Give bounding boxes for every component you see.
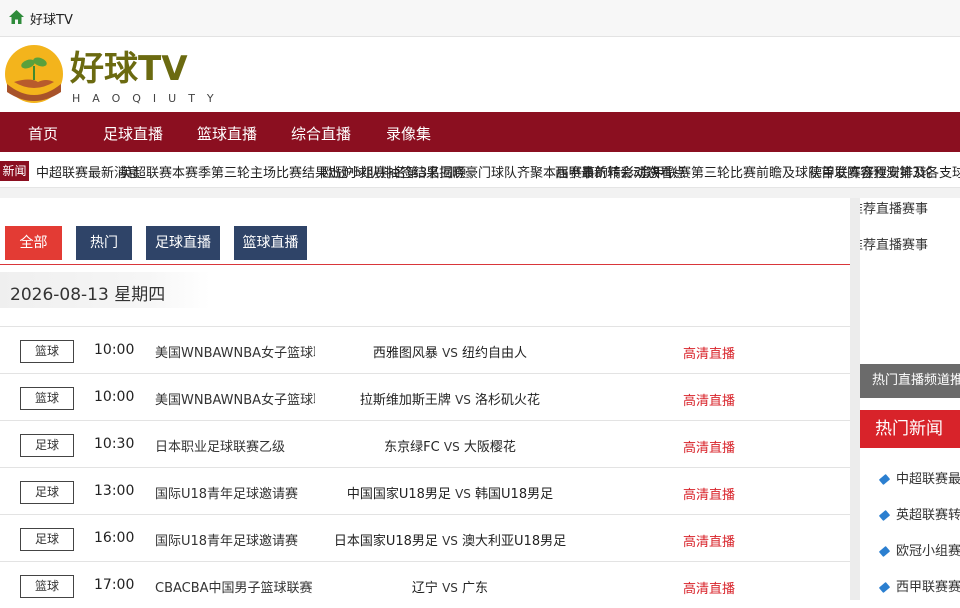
vs-label: VS xyxy=(442,346,458,360)
tag-icon xyxy=(878,545,891,558)
sidebar-news-item[interactable]: 西甲联赛赛程安排 xyxy=(878,576,960,595)
nav-item-replays[interactable]: 录像集 xyxy=(386,123,431,144)
watch-live-link[interactable]: 高清直播 xyxy=(683,578,735,597)
match-time: 10:00 xyxy=(94,342,135,358)
match-row: 篮球10:00美国WNBAWNBA女子篮球联赛西雅图风暴 VS 纽约自由人高清直… xyxy=(0,326,850,373)
date-header: 2026-08-13 星期四 xyxy=(0,272,210,308)
match-row: 足球 10:30 日本职业足球联赛乙级 东京绿FC VS 大阪樱花 高清直播 xyxy=(0,420,850,467)
match-league: 美国WNBAWNBA女子篮球联赛 xyxy=(155,393,315,408)
watch-live-link[interactable]: 高清直播 xyxy=(683,343,735,362)
watch-live-link[interactable]: 高清直播 xyxy=(683,390,735,409)
match-type-badge: 足球 xyxy=(20,528,74,551)
ticker-item[interactable]: 德甲联赛赛程安排及各支球队近期状态分析汇总报道最新 xyxy=(809,162,960,181)
main-nav: 首页 足球直播 篮球直播 综合直播 录像集 xyxy=(0,112,960,152)
away-team: 洛杉矶火花 xyxy=(475,393,541,408)
match-type-badge: 足球 xyxy=(20,481,74,504)
tag-icon xyxy=(878,581,891,594)
logo-subtext: HAOQIUTY xyxy=(72,92,226,105)
match-time: 10:30 xyxy=(94,436,135,452)
match-league: CBACBA中国男子篮球联赛 xyxy=(155,581,313,596)
watch-live-link[interactable]: 高清直播 xyxy=(683,484,735,503)
tab-basketball[interactable]: 篮球直播 xyxy=(234,226,307,260)
match-league: 国际U18青年足球邀请赛 xyxy=(155,534,299,549)
home-team: 拉斯维加斯王牌 xyxy=(359,393,451,408)
match-time: 10:00 xyxy=(94,389,135,405)
away-team: 韩国U18男足 xyxy=(475,487,554,502)
tab-all[interactable]: 全部 xyxy=(5,226,62,260)
match-type-badge: 篮球 xyxy=(20,340,74,363)
vs-label: VS xyxy=(442,534,458,548)
match-type-badge: 篮球 xyxy=(20,387,74,410)
vs-label: VS xyxy=(442,581,458,595)
match-time: 13:00 xyxy=(94,483,135,499)
match-time: 16:00 xyxy=(94,530,135,546)
ticker-tag: 新闻 xyxy=(0,161,29,181)
schedule-panel: 全部 热门 足球直播 篮球直播 2026-08-13 星期四 篮球 10:00 美国… xyxy=(0,198,850,600)
vs-label: VS xyxy=(455,487,471,501)
watch-live-link[interactable]: 高清直播 xyxy=(683,531,735,550)
nav-item-home[interactable]: 首页 xyxy=(28,123,58,144)
away-team: 澳大利亚U18男足 xyxy=(462,534,567,549)
home-team: 辽宁 xyxy=(411,581,438,596)
home-team: 日本国家U18男足 xyxy=(333,534,438,549)
match-type-badge: 足球 xyxy=(20,434,74,457)
nav-item-general[interactable]: 综合直播 xyxy=(291,123,351,144)
vs-label: VS xyxy=(443,440,460,454)
section-gap xyxy=(0,188,960,198)
sidebar-news-item[interactable]: 欧冠小组赛前瞻分析 xyxy=(878,540,960,559)
away-team: 大阪樱花 xyxy=(463,440,516,455)
match-teams: 西雅图风暴 VS 纽约自由人 xyxy=(300,342,600,361)
tab-underline xyxy=(0,264,850,265)
watch-live-link[interactable]: 高清直播 xyxy=(683,437,735,456)
home-team: 西雅图风暴 xyxy=(372,346,438,361)
match-row: 篮球 17:00 CBACBA中国男子篮球联赛 辽宁 VS 广东 高清直播 xyxy=(0,561,850,608)
match-type-badge: 篮球 xyxy=(20,575,74,598)
vs-label: VS xyxy=(455,393,471,407)
panel-divider xyxy=(850,198,860,600)
sidebar-text: 推荐直播赛事 xyxy=(860,238,929,253)
sidebar-section-title: 热门新闻 xyxy=(860,410,960,448)
top-bar: 好球TV xyxy=(0,0,960,37)
nav-item-basketball[interactable]: 篮球直播 xyxy=(197,123,257,144)
date-header-text: 2026-08-13 星期四 xyxy=(10,285,166,305)
tag-icon xyxy=(878,509,891,522)
match-time: 17:00 xyxy=(94,577,135,593)
sidebar-news-item[interactable]: 中超联赛最新消息报道 xyxy=(878,468,960,487)
logo-emblem: 好球TV HAOQIUTY xyxy=(5,45,226,105)
tab-football[interactable]: 足球直播 xyxy=(146,226,220,260)
match-teams: 中国国家U18男足 VS 韩国U18男足 xyxy=(300,483,600,502)
sidebar-news-item[interactable]: 英超联赛转会最新动态 xyxy=(878,504,960,523)
home-icon[interactable] xyxy=(9,10,24,24)
match-teams: 东京绿FC VS 大阪樱花 xyxy=(300,436,600,455)
logo-text: 好球TV xyxy=(69,49,188,89)
match-row: 足球 13:00 国际U18青年足球邀请赛 中国国家U18男足 VS 韩国U18男足高… xyxy=(0,467,850,514)
news-ticker: 新闻 中超联赛最新消息 英超联赛本赛季第三轮主场比赛结果出炉球队排名第3名回顾 … xyxy=(0,155,960,188)
right-sidebar: 推荐直播赛事 推荐直播赛事 热门直播频道推荐列表更新 热门新闻 中超联赛最新消息… xyxy=(860,198,960,600)
match-league: 美国WNBAWNBA女子篮球联赛 xyxy=(155,346,315,361)
match-row: 篮球10:00美国WNBAWNBA女子篮球联赛拉斯维加斯王牌 VS 洛杉矶火花高… xyxy=(0,373,850,420)
site-logo[interactable]: 好球TV HAOQIUTY xyxy=(4,44,244,106)
match-teams: 日本国家U18男足 VS 澳大利亚U18男足 xyxy=(300,530,600,549)
site-name-link[interactable]: 好球TV xyxy=(30,9,73,28)
sidebar-gray-banner[interactable]: 热门直播频道推荐列表更新 xyxy=(860,364,960,398)
nav-item-football[interactable]: 足球直播 xyxy=(103,123,163,144)
match-row: 足球 16:00 国际U18青年足球邀请赛 日本国家U18男足 VS 澳大利亚U18男… xyxy=(0,514,850,561)
home-team: 中国国家U18男足 xyxy=(346,487,451,502)
away-team: 纽约自由人 xyxy=(462,346,528,361)
match-league: 日本职业足球联赛乙级 xyxy=(155,440,286,455)
match-teams: 辽宁 VS 广东 xyxy=(300,577,600,596)
match-league: 国际U18青年足球邀请赛 xyxy=(155,487,299,502)
away-team: 广东 xyxy=(462,581,489,596)
sidebar-text: 推荐直播赛事 xyxy=(860,202,929,217)
tab-hot[interactable]: 热门 xyxy=(76,226,132,260)
match-teams: 拉斯维加斯王牌 VS 洛杉矶火花 xyxy=(300,389,600,408)
tag-icon xyxy=(878,473,891,486)
home-team: 东京绿FC xyxy=(384,440,440,455)
